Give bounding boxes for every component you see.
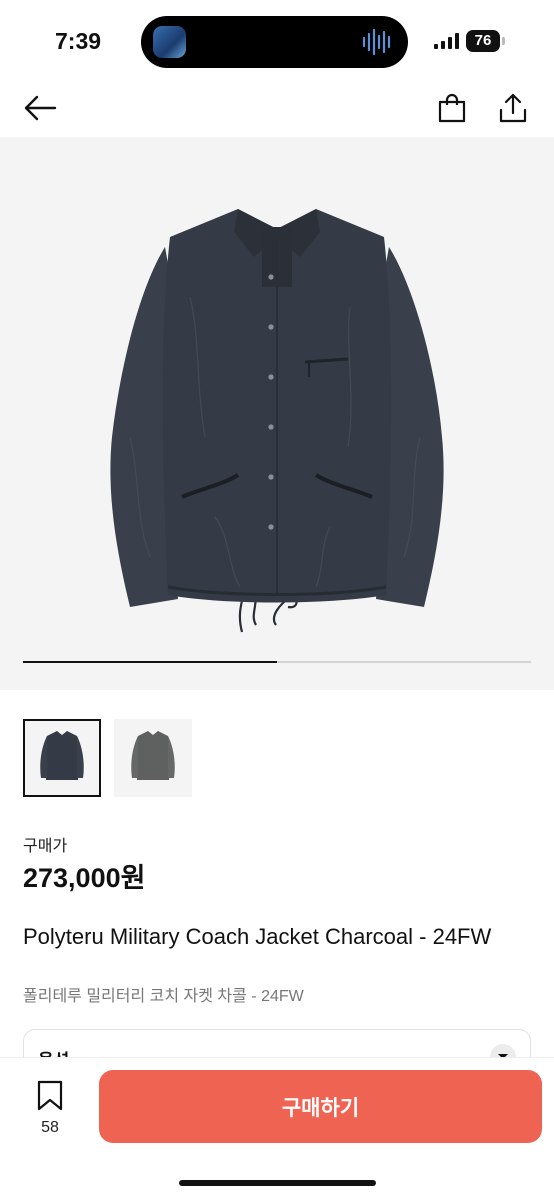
cellular-signal-icon xyxy=(434,33,459,49)
top-navigation xyxy=(0,80,554,136)
arrow-left-icon xyxy=(24,95,57,121)
product-title: Polyteru Military Coach Jacket Charcoal … xyxy=(23,924,492,949)
thumbnail-jacket-grey xyxy=(131,731,175,780)
price-label: 구매가 xyxy=(23,838,68,855)
bookmark-icon xyxy=(37,1080,63,1111)
back-button[interactable] xyxy=(20,88,60,128)
battery-tip xyxy=(502,37,505,45)
product-image-carousel[interactable] xyxy=(0,137,554,690)
share-button[interactable] xyxy=(493,88,533,128)
audio-waveform-icon xyxy=(362,28,391,56)
shopping-bag-button[interactable] xyxy=(432,88,472,128)
share-icon xyxy=(499,93,527,123)
price-value: 273,000원 xyxy=(23,863,146,893)
jacket-image xyxy=(110,209,444,633)
battery-indicator: 76 xyxy=(466,30,500,52)
home-indicator xyxy=(179,1180,376,1186)
bookmark-count: 58 xyxy=(41,1119,59,1136)
status-bar: 7:39 76 xyxy=(0,0,554,80)
thumbnail-strip xyxy=(23,719,192,799)
thumbnail-jacket-charcoal xyxy=(40,731,84,780)
product-title-korean: 폴리테루 밀리터리 코치 자켓 차콜 - 24FW xyxy=(23,988,304,1005)
status-time: 7:39 xyxy=(55,28,102,54)
gallery-progress-fill xyxy=(23,661,277,663)
dynamic-island xyxy=(141,16,408,68)
gallery-progress xyxy=(23,661,531,663)
bookmark-button[interactable]: 58 xyxy=(22,1080,78,1140)
buy-button[interactable]: 구매하기 xyxy=(99,1070,542,1143)
thumbnail-2[interactable] xyxy=(114,719,192,797)
now-playing-artwork xyxy=(153,26,186,58)
bottom-action-bar: 58 구매하기 xyxy=(0,1058,554,1200)
thumbnail-1[interactable] xyxy=(23,719,101,797)
shopping-bag-icon xyxy=(438,93,466,123)
